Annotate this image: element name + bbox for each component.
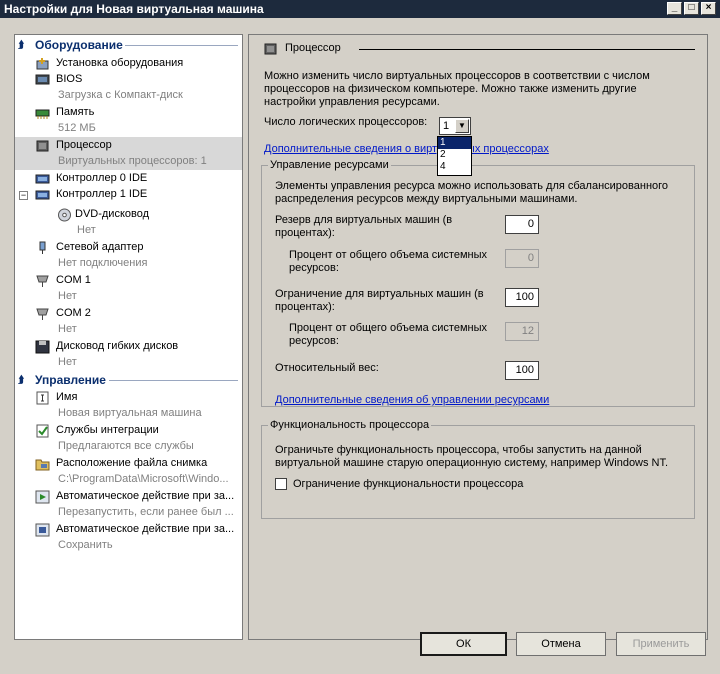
sidebar-item-com2[interactable]: COM 2 Нет bbox=[15, 305, 242, 338]
limit-processor-checkbox[interactable] bbox=[275, 478, 287, 490]
collapse-icon[interactable]: ⮭ bbox=[18, 38, 24, 54]
chevron-down-icon[interactable]: ▼ bbox=[455, 119, 469, 133]
sidebar-item-floppy[interactable]: Дисковод гибких дисков Нет bbox=[15, 338, 242, 371]
sidebar-item-auto-start[interactable]: Автоматическое действие при за... Переза… bbox=[15, 488, 242, 521]
ide-controller-icon bbox=[35, 190, 50, 200]
divider bbox=[359, 49, 695, 50]
com-port-icon bbox=[36, 308, 49, 320]
sidebar-item-processor[interactable]: Процессор Виртуальных процессоров: 1 bbox=[15, 137, 242, 170]
processor-compat-legend: Функциональность процессора bbox=[270, 419, 430, 431]
processor-icon bbox=[264, 43, 277, 55]
resource-control-legend: Управление ресурсами bbox=[270, 159, 389, 171]
reserve-percent-value: 0 bbox=[505, 249, 539, 268]
collapse-tree-icon[interactable]: − bbox=[19, 191, 28, 200]
processor-icon bbox=[36, 140, 49, 152]
processor-compat-description: Ограничьте функциональность процессора, … bbox=[275, 444, 669, 469]
sidebar-item-auto-stop[interactable]: Автоматическое действие при за... Сохран… bbox=[15, 521, 242, 554]
limit-processor-label[interactable]: Ограничение функциональности процессора bbox=[293, 478, 523, 491]
reserve-input[interactable]: 0 bbox=[505, 215, 539, 234]
virtual-processors-info-link[interactable]: Дополнительные сведения о виртуальных пр… bbox=[264, 143, 549, 156]
auto-stop-icon bbox=[35, 523, 50, 537]
resource-control-info-link[interactable]: Дополнительные сведения об управлении ре… bbox=[275, 394, 549, 407]
sidebar-item-snapshot-location[interactable]: Расположение файла снимка C:\ProgramData… bbox=[15, 455, 242, 488]
ide-controller-icon bbox=[35, 174, 50, 184]
dropdown-option[interactable]: 2 bbox=[438, 149, 471, 161]
bios-icon bbox=[35, 74, 50, 85]
hardware-section-header[interactable]: ⮭ Оборудование bbox=[15, 37, 242, 53]
apply-button[interactable]: Применить bbox=[616, 632, 706, 656]
ok-button[interactable]: ОК bbox=[420, 632, 507, 656]
window-title: Настройки для Новая виртуальная машина bbox=[4, 2, 264, 16]
close-button[interactable]: × bbox=[701, 2, 716, 15]
processor-settings-panel: Процессор Можно изменить число виртуальн… bbox=[248, 34, 708, 640]
auto-start-icon bbox=[35, 490, 50, 504]
limit-input[interactable]: 100 bbox=[505, 288, 539, 307]
limit-label: Ограничение для виртуальных машин (в про… bbox=[275, 288, 484, 313]
network-adapter-icon bbox=[39, 241, 46, 254]
memory-icon bbox=[35, 109, 50, 119]
floppy-drive-icon bbox=[35, 340, 50, 354]
processor-intro-text: Можно изменить число виртуальных процесс… bbox=[264, 70, 650, 108]
resource-control-description: Элементы управления ресурса можно исполь… bbox=[275, 180, 669, 205]
sidebar-item-com1[interactable]: COM 1 Нет bbox=[15, 272, 242, 305]
sidebar-item-integration[interactable]: Службы интеграции Предлагаются все служб… bbox=[15, 422, 242, 455]
processor-count-label: Число логических процессоров: bbox=[264, 116, 428, 128]
collapse-icon[interactable]: ⮭ bbox=[18, 373, 24, 389]
limit-percent-label: Процент от общего объема системных ресур… bbox=[289, 322, 487, 347]
limit-percent-value: 12 bbox=[505, 322, 539, 341]
integration-services-icon bbox=[36, 424, 49, 438]
name-icon bbox=[36, 391, 49, 405]
weight-label: Относительный вес: bbox=[275, 362, 379, 374]
sidebar-item-bios[interactable]: BIOS Загрузка с Компакт-диск bbox=[15, 71, 242, 104]
dropdown-option[interactable]: 4 bbox=[438, 161, 471, 173]
sidebar-item-dvd[interactable]: DVD-дисковод Нет bbox=[15, 206, 242, 239]
cancel-button[interactable]: Отмена bbox=[516, 632, 606, 656]
divider bbox=[125, 45, 238, 46]
minimize-button[interactable]: _ bbox=[667, 2, 682, 15]
snapshot-folder-icon bbox=[35, 459, 50, 471]
processor-count-select[interactable]: 1 ▼ bbox=[439, 117, 471, 135]
title-bar: Настройки для Новая виртуальная машина _… bbox=[0, 0, 720, 18]
divider bbox=[109, 380, 238, 381]
management-section-header[interactable]: ⮭ Управление bbox=[15, 372, 242, 388]
sidebar-item-network[interactable]: Сетевой адаптер Нет подключения bbox=[15, 239, 242, 272]
weight-input[interactable]: 100 bbox=[505, 361, 539, 380]
com-port-icon bbox=[36, 275, 49, 287]
processor-count-dropdown[interactable]: 1 2 4 bbox=[437, 136, 472, 176]
maximize-button[interactable]: □ bbox=[684, 2, 699, 15]
reserve-label: Резерв для виртуальных машин (в процента… bbox=[275, 214, 453, 239]
settings-tree[interactable]: ⮭ Оборудование Установка оборудования BI… bbox=[14, 34, 243, 640]
sidebar-item-memory[interactable]: Память 512 МБ bbox=[15, 104, 242, 137]
add-hardware-icon bbox=[36, 58, 49, 70]
reserve-percent-label: Процент от общего объема системных ресур… bbox=[289, 249, 487, 274]
sidebar-item-name[interactable]: Имя Новая виртуальная машина bbox=[15, 389, 242, 422]
dropdown-option[interactable]: 1 bbox=[438, 137, 471, 149]
dialog-body: ⮭ Оборудование Установка оборудования BI… bbox=[0, 18, 720, 674]
panel-header: Процессор bbox=[261, 41, 695, 57]
dvd-drive-icon bbox=[58, 208, 71, 222]
panel-title: Процессор bbox=[285, 42, 341, 54]
